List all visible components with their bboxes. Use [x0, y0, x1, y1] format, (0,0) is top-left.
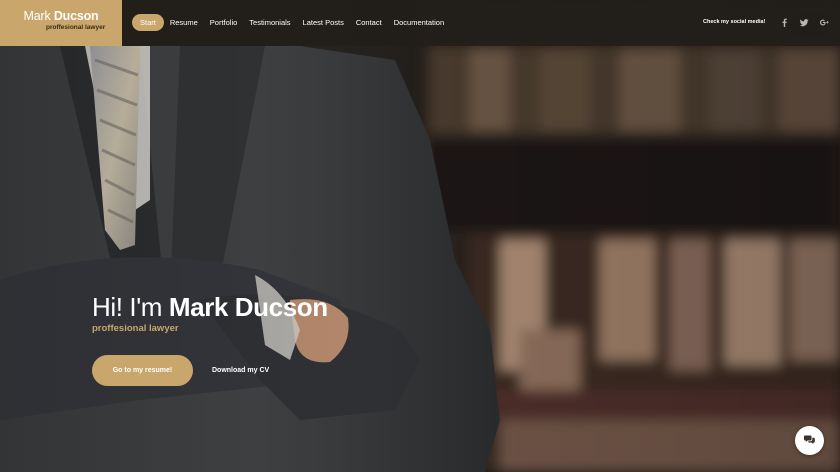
nav-item-start[interactable]: Start — [132, 14, 164, 31]
hero-subtitle: proffesional lawyer — [92, 323, 179, 334]
brand-tagline: proffesional lawyer — [46, 24, 106, 31]
brand-last-name: Ducson — [53, 9, 99, 23]
nav-item-contact[interactable]: Contact — [350, 14, 388, 31]
nav-item-documentation[interactable]: Documentation — [388, 14, 450, 31]
nav-item-resume[interactable]: Resume — [164, 14, 204, 31]
go-to-resume-button[interactable]: Go to my resume! — [92, 355, 193, 386]
facebook-icon[interactable] — [780, 18, 789, 27]
download-cv-button[interactable]: Download my CV — [212, 355, 269, 386]
chat-icon — [804, 435, 815, 444]
chat-button[interactable] — [795, 426, 824, 455]
hero-name: Mark Ducson — [168, 292, 328, 322]
brand-first-name: Mark — [23, 9, 51, 23]
google-plus-icon[interactable] — [820, 18, 829, 27]
brand-logo[interactable]: Mark Ducson proffesional lawyer — [0, 0, 122, 46]
nav-item-latest-posts[interactable]: Latest Posts — [297, 14, 350, 31]
twitter-icon[interactable] — [800, 18, 809, 27]
nav-item-testimonials[interactable]: Testimonials — [243, 14, 296, 31]
hero-overlay — [0, 0, 840, 472]
hero-section — [0, 0, 840, 472]
nav-item-portfolio[interactable]: Portfolio — [204, 14, 244, 31]
main-nav: Start Resume Portfolio Testimonials Late… — [132, 14, 450, 31]
hero-heading: Hi! I'm Mark Ducson — [92, 292, 328, 323]
top-navigation-bar: Mark Ducson proffesional lawyer Start Re… — [0, 0, 840, 46]
social-media-label: Check my social media! — [703, 19, 766, 25]
brand-name: Mark Ducson — [0, 9, 122, 23]
hero-greeting: Hi! I'm — [92, 292, 169, 322]
